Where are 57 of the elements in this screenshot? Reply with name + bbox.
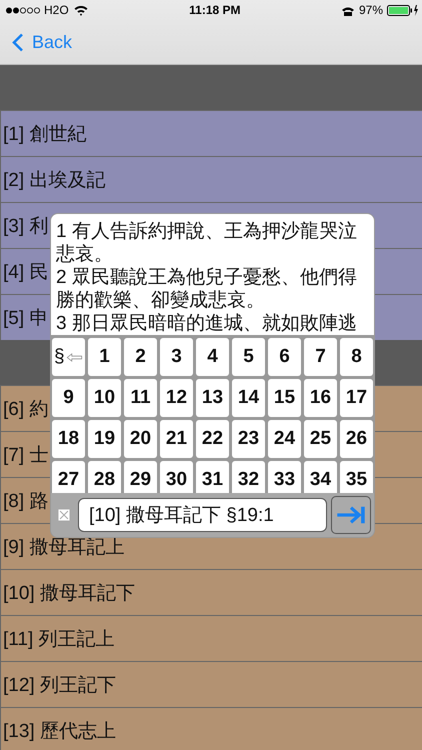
number-key[interactable]: 29 — [124, 461, 157, 493]
number-key[interactable]: 25 — [304, 420, 337, 458]
number-key[interactable]: 31 — [196, 461, 229, 493]
number-key[interactable]: 30 — [160, 461, 193, 493]
book-row[interactable]: [12] 列王記下 — [0, 661, 422, 707]
number-key[interactable]: 1 — [88, 338, 121, 376]
reference-field[interactable]: [10] 撒母耳記下 §19:1 — [78, 498, 327, 532]
number-key[interactable]: 17 — [340, 379, 373, 417]
number-key[interactable]: 21 — [160, 420, 193, 458]
signal-icon — [6, 6, 40, 14]
number-key[interactable]: 9 — [52, 379, 85, 417]
number-key[interactable]: 19 — [88, 420, 121, 458]
number-key[interactable]: 33 — [268, 461, 301, 493]
number-key[interactable]: 11 — [124, 379, 157, 417]
number-key[interactable]: 7 — [304, 338, 337, 376]
book-row[interactable]: [10] 撒母耳記下 — [0, 569, 422, 615]
clear-icon — [57, 508, 71, 522]
phone-icon — [340, 4, 355, 16]
go-button[interactable] — [331, 496, 371, 534]
wifi-icon — [72, 4, 89, 16]
number-key[interactable]: 16 — [304, 379, 337, 417]
book-row[interactable]: [11] 列王記上 — [0, 615, 422, 661]
battery-percent: 97% — [358, 3, 383, 17]
number-key[interactable]: 23 — [232, 420, 265, 458]
left-arrow-icon — [66, 352, 83, 362]
book-row[interactable]: [1] 創世紀 — [0, 110, 422, 156]
number-key[interactable]: 34 — [304, 461, 337, 493]
number-key[interactable]: 28 — [88, 461, 121, 493]
number-key[interactable]: 2 — [124, 338, 157, 376]
number-key[interactable]: 4 — [196, 338, 229, 376]
number-key[interactable]: 18 — [52, 420, 85, 458]
status-time: 11:18 PM — [189, 3, 241, 17]
number-key[interactable]: 8 — [340, 338, 373, 376]
number-key[interactable]: 6 — [268, 338, 301, 376]
verse-text: 3 那日眾民暗暗的進城、就如敗陣逃 — [56, 312, 358, 335]
number-key[interactable]: 24 — [268, 420, 301, 458]
carrier-name: H2O — [44, 3, 69, 17]
number-key[interactable]: 3 — [160, 338, 193, 376]
book-row[interactable]: [2] 出埃及記 — [0, 156, 422, 202]
number-key[interactable]: 5 — [232, 338, 265, 376]
battery-icon — [387, 4, 418, 16]
number-key[interactable]: 32 — [232, 461, 265, 493]
verse-text: 1 有人告訴約押說、王為押沙龍哭泣悲哀。 — [56, 220, 358, 266]
book-row[interactable]: [13] 歷代志上 — [0, 707, 422, 750]
number-key[interactable]: 15 — [268, 379, 301, 417]
number-key[interactable]: 27 — [52, 461, 85, 493]
number-key[interactable]: 26 — [340, 420, 373, 458]
verse-text: 2 眾民聽說王為他兒子憂愁、他們得勝的歡樂、卻變成悲哀。 — [56, 266, 358, 312]
number-key[interactable]: 10 — [88, 379, 121, 417]
number-key[interactable]: 12 — [160, 379, 193, 417]
number-key[interactable]: 14 — [232, 379, 265, 417]
chevron-left-icon — [12, 32, 24, 52]
number-key[interactable]: 35 — [340, 461, 373, 493]
section-back-key[interactable]: § — [52, 338, 85, 376]
number-key[interactable]: 20 — [124, 420, 157, 458]
number-key[interactable]: 13 — [196, 379, 229, 417]
number-key[interactable]: 22 — [196, 420, 229, 458]
